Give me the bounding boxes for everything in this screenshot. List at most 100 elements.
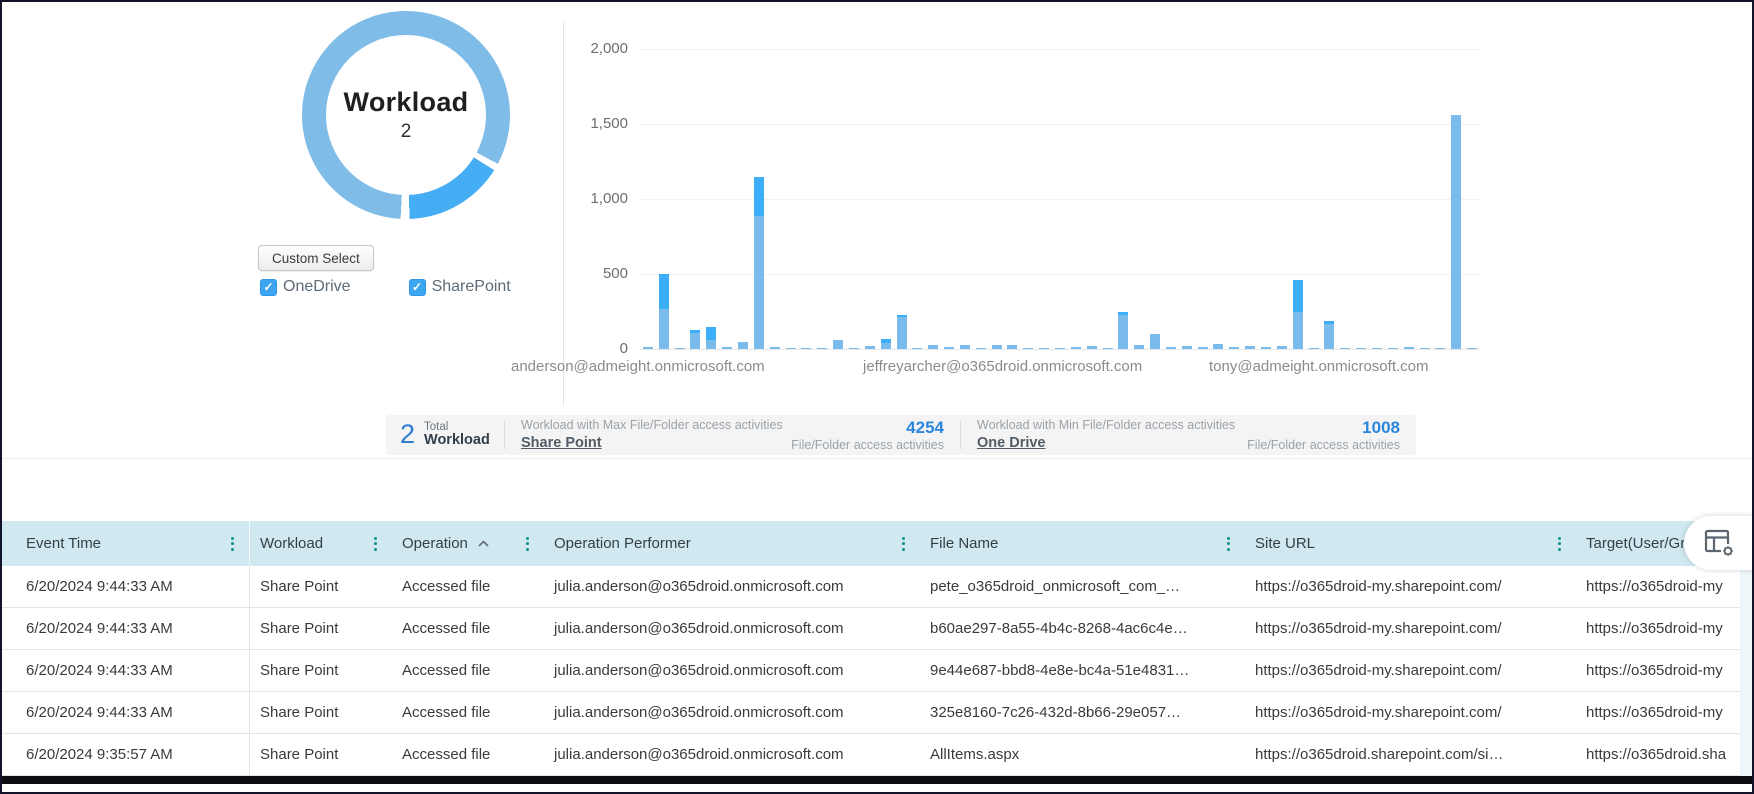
custom-select-button[interactable]: Custom Select bbox=[258, 245, 374, 271]
table-row[interactable]: 6/20/2024 9:44:33 AM Share Point Accessed … bbox=[2, 608, 1752, 650]
min-workload-link[interactable]: One Drive bbox=[977, 435, 1046, 451]
bar-stack[interactable] bbox=[1276, 346, 1287, 349]
bar-segment-sharepoint bbox=[880, 343, 891, 349]
column-header-workload[interactable]: Workload bbox=[250, 521, 392, 566]
section-divider bbox=[2, 458, 1752, 459]
bar-stack[interactable] bbox=[722, 346, 733, 349]
column-menu-icon[interactable] bbox=[228, 533, 237, 555]
bar-stack[interactable] bbox=[1467, 347, 1478, 349]
x-axis-label: anderson@admeight.onmicrosoft.com bbox=[511, 358, 765, 375]
cell-workload: Share Point bbox=[260, 704, 339, 721]
column-menu-icon[interactable] bbox=[371, 533, 380, 555]
bar-segment-sharepoint bbox=[1039, 347, 1050, 349]
bar-stack[interactable] bbox=[1023, 347, 1034, 349]
bar-stack[interactable] bbox=[880, 339, 891, 349]
cell-site-url: https://o365droid-my.sharepoint.com/ bbox=[1255, 662, 1502, 679]
x-axis-label: jeffreyarcher@o365droid.onmicrosoft.com bbox=[863, 358, 1143, 375]
bar-stack[interactable] bbox=[706, 326, 717, 349]
bar-stack[interactable] bbox=[944, 346, 955, 349]
bar-stack[interactable] bbox=[658, 274, 669, 349]
bar-stack[interactable] bbox=[864, 346, 875, 349]
bar-stack[interactable] bbox=[896, 315, 907, 349]
bar-stack[interactable] bbox=[1039, 347, 1050, 349]
bar-stack[interactable] bbox=[1324, 320, 1335, 349]
y-axis-tick-label: 1,000 bbox=[590, 190, 628, 207]
bar-stack[interactable] bbox=[817, 347, 828, 349]
cell-site-url: https://o365droid-my.sharepoint.com/ bbox=[1255, 620, 1502, 637]
bar-stack[interactable] bbox=[833, 340, 844, 349]
bar-stack[interactable] bbox=[1118, 311, 1129, 349]
bar-stack[interactable] bbox=[674, 347, 685, 349]
cell-file-name: pete_o365droid_onmicrosoft_com_… bbox=[930, 578, 1181, 595]
bar-stack[interactable] bbox=[1292, 280, 1303, 349]
bar-stack[interactable] bbox=[975, 347, 986, 349]
donut-center-title: Workload bbox=[343, 87, 469, 117]
bar-stack[interactable] bbox=[848, 347, 859, 349]
table-row[interactable]: 6/20/2024 9:35:57 AM Share Point Accessed … bbox=[2, 734, 1752, 776]
checkbox-sharepoint[interactable]: ✓ SharePoint bbox=[408, 278, 511, 296]
cell-operation-performer: julia.anderson@o365droid.onmicrosoft.com bbox=[554, 620, 844, 637]
bar-stack[interactable] bbox=[1055, 347, 1065, 349]
bar-segment-sharepoint bbox=[1419, 347, 1430, 349]
bar-stack[interactable] bbox=[1007, 344, 1018, 349]
bar-stack[interactable] bbox=[1134, 345, 1145, 349]
bar-stack[interactable] bbox=[912, 347, 923, 349]
bar-stack[interactable] bbox=[991, 345, 1002, 349]
gridline bbox=[640, 49, 1480, 50]
column-menu-icon[interactable] bbox=[899, 533, 908, 555]
bar-stack[interactable] bbox=[1451, 115, 1462, 349]
checkbox-onedrive[interactable]: ✓ OneDrive bbox=[260, 278, 351, 296]
column-menu-icon[interactable] bbox=[523, 533, 532, 555]
bar-segment-onedrive bbox=[1292, 280, 1303, 312]
bar-segment-sharepoint bbox=[928, 344, 939, 349]
table-row[interactable]: 6/20/2024 9:44:33 AM Share Point Accessed … bbox=[2, 692, 1752, 734]
bar-stack[interactable] bbox=[1340, 347, 1351, 349]
bar-segment-sharepoint bbox=[1165, 346, 1176, 349]
bar-stack[interactable] bbox=[1356, 347, 1367, 349]
column-header-operation[interactable]: Operation bbox=[392, 521, 544, 566]
column-header-event-time[interactable]: Event Time bbox=[2, 521, 250, 566]
column-header-file-name[interactable]: File Name bbox=[920, 521, 1245, 566]
bar-stack[interactable] bbox=[801, 347, 812, 349]
bar-stack[interactable] bbox=[738, 342, 749, 349]
column-menu-icon[interactable] bbox=[1555, 533, 1564, 555]
table-row[interactable]: 6/20/2024 9:44:33 AM Share Point Accessed … bbox=[2, 566, 1752, 608]
bar-stack[interactable] bbox=[1150, 334, 1161, 349]
column-header-site-url[interactable]: Site URL bbox=[1245, 521, 1576, 566]
bar-stack[interactable] bbox=[1086, 346, 1097, 349]
bar-stack[interactable] bbox=[1245, 346, 1256, 349]
bar-stack[interactable] bbox=[1181, 346, 1192, 349]
column-chooser-button[interactable] bbox=[1684, 516, 1752, 570]
bar-stack[interactable] bbox=[1371, 347, 1382, 349]
bar-stack[interactable] bbox=[1229, 347, 1240, 349]
bar-stack[interactable] bbox=[1308, 347, 1319, 349]
cell-target-user-gro: https://o365droid-my bbox=[1586, 620, 1723, 637]
bar-stack[interactable] bbox=[785, 347, 796, 349]
bar-stack[interactable] bbox=[642, 346, 653, 349]
table-row[interactable]: 6/20/2024 9:44:33 AM Share Point Accessed … bbox=[2, 650, 1752, 692]
bar-stack[interactable] bbox=[1165, 346, 1176, 349]
bar-stack[interactable] bbox=[1102, 347, 1113, 349]
bar-stack[interactable] bbox=[753, 176, 764, 349]
bar-stack[interactable] bbox=[1070, 346, 1081, 349]
bar-segment-sharepoint bbox=[690, 332, 701, 349]
bar-stack[interactable] bbox=[1403, 347, 1414, 349]
bar-stack[interactable] bbox=[1197, 346, 1208, 349]
bar-stack[interactable] bbox=[959, 345, 970, 349]
bar-segment-onedrive bbox=[753, 176, 764, 216]
summary-bar: 2 Total Workload Workload with Max File/… bbox=[386, 415, 1416, 455]
bar-stack[interactable] bbox=[1213, 343, 1224, 349]
bar-stack[interactable] bbox=[769, 346, 780, 349]
min-unit: File/Folder access activities bbox=[1247, 437, 1400, 452]
bar-stack[interactable] bbox=[1435, 347, 1446, 349]
column-menu-icon[interactable] bbox=[1224, 533, 1233, 555]
column-header-operation-performer[interactable]: Operation Performer bbox=[544, 521, 920, 566]
bar-stack[interactable] bbox=[1419, 347, 1430, 349]
max-workload-link[interactable]: Share Point bbox=[521, 435, 602, 451]
vertical-scrollbar[interactable] bbox=[1740, 566, 1752, 776]
bar-stack[interactable] bbox=[1261, 346, 1272, 349]
workload-donut-chart[interactable]: Workload 2 bbox=[302, 11, 510, 219]
bar-stack[interactable] bbox=[928, 344, 939, 349]
bar-stack[interactable] bbox=[690, 330, 701, 349]
bar-stack[interactable] bbox=[1387, 347, 1398, 349]
